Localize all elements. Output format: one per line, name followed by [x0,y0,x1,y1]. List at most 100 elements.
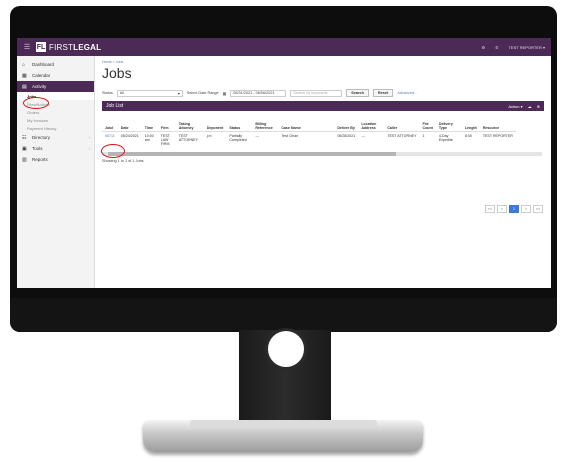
date-range-label: Select Date Range [186,91,219,95]
reset-button[interactable]: Reset [372,89,394,97]
phone-icon[interactable]: ✆ [495,45,498,50]
sidebar-subitem-payment-history[interactable]: Payment History [17,124,94,132]
prev-page-button[interactable]: < [497,205,507,213]
col-file-count[interactable]: File Count [419,121,436,132]
cell-taking-attorney: TEST ATTORNEY [178,134,198,142]
col-case-name[interactable]: Case Name [278,121,335,132]
page-title: Jobs [102,65,132,81]
sidebar-item-directory[interactable]: ☷ Directory › [17,132,94,143]
table-header-row: Job# Date Time Firm Taking Attorney Depo… [102,121,516,132]
sidebar-item-activity[interactable]: ▤ Activity [17,81,94,92]
col-resource[interactable]: Resource [479,121,516,132]
next-page-button[interactable]: > [521,205,531,213]
col-job[interactable]: Job# [102,121,118,132]
col-deponent[interactable]: Deponent [203,121,227,132]
sidebar-subitem-invoices[interactable]: My Invoices [17,116,94,124]
logo-second: LEGAL [73,42,102,52]
col-taking-attorney[interactable]: Taking Attorney [175,121,204,132]
cell-case-name: Test Cihan [281,134,299,138]
directory-icon: ☷ [22,134,27,141]
filter-bar: Status All ▾ Select Date Range ▦ 05/31/2… [102,89,544,97]
menu-icon[interactable]: ☰ [20,43,34,51]
cell-deponent: j.m [206,134,212,138]
jobs-table: Job# Date Time Firm Taking Attorney Depo… [102,121,516,148]
sidebar-item-calendar[interactable]: ▦ Calendar [17,70,94,81]
tools-icon: ▣ [22,145,27,152]
screen: ☰ FL FIRSTLEGAL ⚙ ✆ TEST REPORTER ▾ ⌂ Da… [17,38,551,288]
pagination: << < 1 > >> [485,205,543,213]
col-firm[interactable]: Firm [157,121,176,132]
chevron-right-icon: › [88,146,91,151]
activity-icon: ▤ [22,83,27,90]
main-content: Home > Jobs Jobs Status All ▾ Select Dat… [95,56,551,288]
showing-count: Showing 1 to 1 of 1 Jobs [102,159,144,163]
cell-location-address: --- [361,134,365,138]
cell-firm: TEST LAW FIRM [160,134,170,146]
last-page-button[interactable]: >> [533,205,543,213]
sidebar-item-reports[interactable]: ▥ Reports [17,154,94,165]
sidebar-item-label: Activity [32,84,47,89]
sidebar-item-label: Reports [32,157,48,162]
breadcrumb[interactable]: Home > Jobs [102,60,544,64]
page-1-button[interactable]: 1 [509,205,519,213]
add-icon[interactable]: ⊕ [537,104,540,109]
cell-billing-reference: --- [255,134,259,138]
user-menu[interactable]: TEST REPORTER ▾ [508,45,545,50]
cell-length: 8:00 [464,134,472,138]
panel-actions: Action ▾ ☁ ⊕ [508,104,540,109]
calendar-icon: ▦ [22,72,27,79]
col-status[interactable]: Status [226,121,253,132]
cell-time: 10:00 am [144,134,154,142]
first-page-button[interactable]: << [485,205,495,213]
logo-text: FIRSTLEGAL [49,43,101,52]
sidebar-subitem-orders[interactable]: Orders [17,108,94,116]
date-range-input[interactable]: 05/31/2021 - 06/06/2021 [230,89,287,97]
col-location-address[interactable]: Location Address [358,121,385,132]
settings-icon[interactable]: ⚙ [482,45,486,50]
home-icon: ⌂ [22,61,26,68]
annotation-circle-jobs [23,97,49,109]
col-length[interactable]: Length [461,121,480,132]
search-input[interactable]: Search by keywords [290,89,343,97]
status-select[interactable]: All ▾ [116,89,183,97]
annotation-circle-job-id [101,144,125,158]
horizontal-scrollbar[interactable] [102,152,542,156]
calendar-icon[interactable]: ▦ [223,91,227,96]
sidebar-item-dashboard[interactable]: ⌂ Dashboard [17,59,94,70]
col-date[interactable]: Date [117,121,142,132]
sidebar-item-label: Directory [32,135,51,140]
job-list-header: Job List Action ▾ ☁ ⊕ [102,101,544,111]
monitor-chin [10,298,557,332]
col-deliver-by[interactable]: Deliver By [334,121,359,132]
cloud-upload-icon[interactable]: ☁ [528,104,532,109]
monitor-photo: ☰ FL FIRSTLEGAL ⚙ ✆ TEST REPORTER ▾ ⌂ Da… [0,0,567,463]
action-dropdown[interactable]: Action ▾ [508,104,522,109]
sidebar: ⌂ Dashboard ▦ Calendar ▤ Activity Jobs F… [17,56,95,288]
cell-status: Partially Completed [229,134,247,142]
col-caller[interactable]: Caller [384,121,420,132]
col-billing-reference[interactable]: Billing Reference [252,121,279,132]
cell-resource: TEST REPORTER [482,134,513,138]
header-actions: ⚙ ✆ TEST REPORTER ▾ [482,45,546,50]
cell-caller: TEST ATTORNEY [387,134,417,138]
search-button[interactable]: Search [346,89,369,97]
reports-icon: ▥ [22,156,27,163]
cell-file-count: 1 [422,134,425,138]
scrollbar-thumb[interactable] [108,152,396,156]
sidebar-item-label: Calendar [32,73,51,78]
sidebar-item-label: Tools [32,146,43,151]
cell-deliver-by: 05/28/2021 [337,134,356,138]
chevron-right-icon: › [88,135,91,140]
table-row[interactable]: 56711 05/24/2021 10:00 am TEST LAW FIRM … [102,132,516,149]
col-delivery-type[interactable]: Delivery Type [435,121,462,132]
logo-mark: FL [36,42,46,52]
status-label: Status [102,91,113,95]
status-select-value: All [119,91,124,95]
sidebar-item-tools[interactable]: ▣ Tools › [17,143,94,154]
stand-cable-hole [265,328,307,370]
advanced-link[interactable]: Advanced... [397,91,417,95]
cell-delivery-type: 4-Day Expedite [438,134,453,142]
col-time[interactable]: Time [141,121,158,132]
app-header: ☰ FL FIRSTLEGAL ⚙ ✆ TEST REPORTER ▾ [17,38,551,56]
monitor-stand-base-top [190,420,377,428]
